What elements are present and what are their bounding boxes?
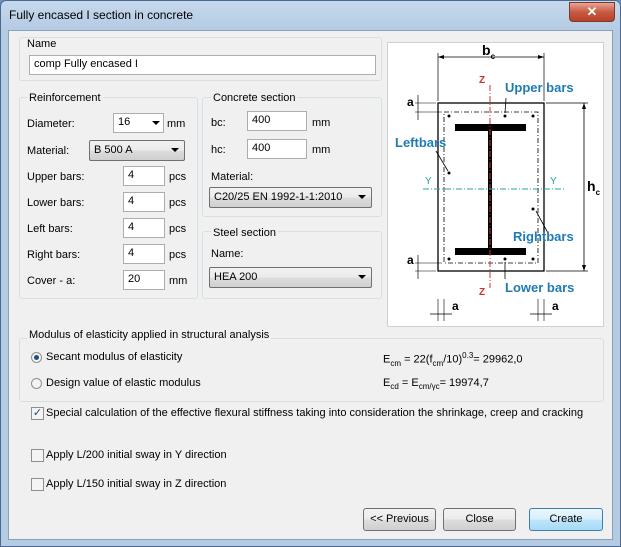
right-bars-input[interactable]: 4 (123, 244, 165, 264)
modulus-legend: Modulus of elasticity applied in structu… (27, 329, 272, 341)
y-axis-label-right: Y (550, 176, 557, 187)
dialog-client: Name comp Fully encased I Reinforcement … (8, 30, 613, 540)
hc-unit: mm (312, 144, 331, 156)
sway-z-label[interactable]: Apply L/150 initial sway in Z direction (46, 478, 226, 490)
lower-bars-unit: pcs (169, 197, 187, 209)
upper-bars-label: Upper bars: (27, 171, 85, 183)
steel-legend: Steel section (211, 227, 278, 239)
hc-label: hc: (211, 144, 226, 156)
previous-button[interactable]: << Previous (363, 508, 436, 531)
lower-bars-input[interactable]: 4 (123, 192, 165, 212)
sway-y-label[interactable]: Apply L/200 initial sway in Y direction (46, 449, 227, 461)
concrete-material-value: C20/25 EN 1992-1-1:2010 (214, 191, 343, 203)
hc-dimension-label: hc (587, 178, 601, 197)
right-bars-callout: Rightbars (513, 229, 574, 244)
right-bars-unit: pcs (169, 249, 187, 261)
special-calc-label[interactable]: Special calculation of the effective fle… (46, 407, 583, 419)
steel-group (202, 231, 382, 299)
reinforcement-legend: Reinforcement (27, 92, 103, 104)
chevron-down-icon (152, 121, 160, 125)
z-axis-label-top: Z (479, 75, 486, 86)
sway-z-checkbox[interactable] (31, 478, 44, 491)
cover-input[interactable]: 20 (123, 270, 165, 290)
concrete-legend: Concrete section (211, 92, 298, 104)
diameter-select[interactable]: 16 (113, 113, 164, 133)
rebar-dot (531, 114, 535, 118)
rebar-dot (447, 257, 451, 261)
left-bars-unit: pcs (169, 223, 187, 235)
y-axis-label-left: Y (425, 176, 432, 187)
design-modulus-radio[interactable] (31, 378, 42, 389)
lower-bars-callout: Lower bars (505, 280, 575, 295)
close-icon: ✕ (586, 4, 598, 19)
name-group-legend: Name (27, 38, 57, 50)
diameter-value: 16 (118, 116, 131, 128)
title-bar[interactable]: Fully encased I section in concrete ✕ (1, 1, 620, 29)
chevron-down-icon (358, 275, 366, 279)
a-dim-label-bottom-left: a (452, 299, 459, 313)
lower-bars-label: Lower bars: (27, 197, 85, 209)
section-diagram: bc hc Upper bars Leftbars Rightbars Lowe… (387, 42, 604, 327)
create-button[interactable]: Create (529, 508, 603, 531)
dialog-window: Fully encased I section in concrete ✕ Na… (0, 0, 621, 547)
bc-label: bc: (211, 117, 226, 129)
bc-unit: mm (312, 117, 331, 129)
a-dim-label-bottom-right: a (552, 299, 559, 313)
diameter-unit: mm (167, 118, 186, 130)
special-calc-checkbox[interactable]: ✓ (31, 407, 44, 420)
design-modulus-label[interactable]: Design value of elastic modulus (46, 377, 201, 389)
rebar-dot (531, 257, 535, 261)
a-dim-label-top: a (407, 95, 414, 109)
chevron-down-icon (171, 148, 179, 152)
rebar-dot (447, 171, 451, 175)
concrete-material-select[interactable]: C20/25 EN 1992-1-1:2010 (209, 187, 372, 208)
steel-section-value: HEA 200 (214, 271, 258, 283)
secant-modulus-label[interactable]: Secant modulus of elasticity (46, 351, 182, 363)
steel-section-select[interactable]: HEA 200 (209, 267, 372, 288)
ecm-formula: Ecm = 22(fcm/10)0.3= 29962,0 (383, 351, 523, 368)
diameter-label: Diameter: (27, 118, 75, 130)
rebar-dot (503, 257, 507, 261)
window-title: Fully encased I section in concrete (9, 8, 194, 22)
steel-name-label: Name: (211, 248, 244, 260)
ecd-formula: Ecd = Ecm/γc= 19974,7 (383, 377, 489, 392)
rebar-material-value: B 500 A (94, 144, 133, 156)
left-bars-label: Left bars: (27, 223, 73, 235)
sway-y-checkbox[interactable] (31, 449, 44, 462)
rebar-dot (503, 114, 507, 118)
left-bars-callout: Leftbars (395, 135, 447, 150)
rebar-material-select[interactable]: B 500 A (89, 140, 185, 161)
rebar-dot (447, 114, 451, 118)
bc-input[interactable]: 400 (247, 111, 307, 131)
modulus-group (19, 338, 604, 402)
bc-dimension-label: bc (482, 42, 496, 61)
close-window-button[interactable]: ✕ (569, 2, 615, 22)
concrete-material-label: Material: (211, 171, 254, 183)
a-dim-label-bottom: a (407, 253, 414, 267)
name-input[interactable]: comp Fully encased I (29, 55, 376, 75)
close-button[interactable]: Close (443, 508, 516, 531)
cover-label: Cover - a: (27, 275, 76, 287)
hc-input[interactable]: 400 (247, 139, 307, 159)
material-label: Material: (27, 145, 70, 157)
upper-bars-unit: pcs (169, 171, 187, 183)
upper-bars-callout: Upper bars (505, 80, 574, 95)
rebar-dot (531, 207, 535, 211)
left-bars-input[interactable]: 4 (123, 218, 165, 238)
chevron-down-icon (358, 195, 366, 199)
right-bars-label: Right bars: (27, 249, 81, 261)
secant-modulus-radio[interactable] (31, 352, 42, 363)
upper-bars-input[interactable]: 4 (123, 166, 165, 186)
z-axis-label-bottom: Z (479, 287, 486, 298)
cover-unit: mm (169, 275, 188, 287)
